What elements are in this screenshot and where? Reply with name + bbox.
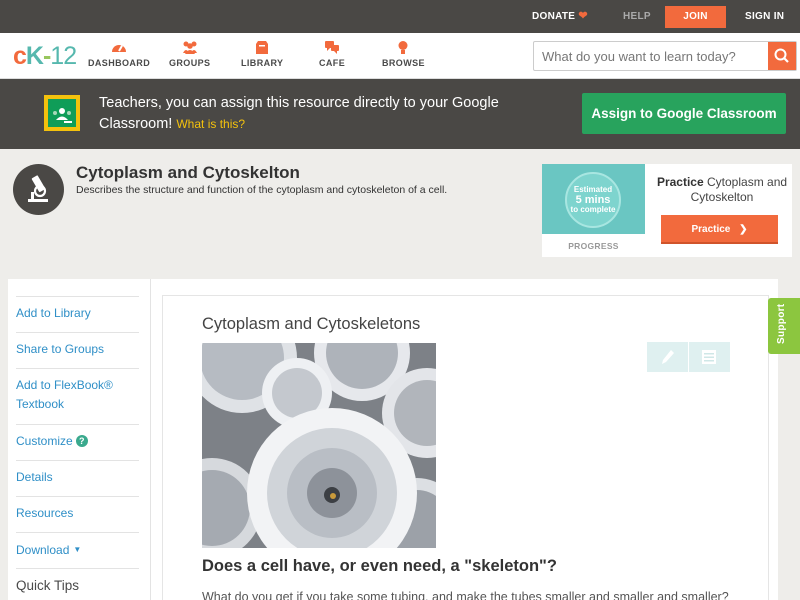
- nav-library[interactable]: LIBRARY: [241, 40, 283, 68]
- nav-groups-label: GROUPS: [169, 58, 211, 68]
- content-question: Does a cell have, or even need, a "skele…: [202, 557, 557, 575]
- sidebar-add-to-library[interactable]: Add to Library: [16, 296, 139, 332]
- join-button[interactable]: JOIN: [665, 6, 726, 28]
- practice-card: Estimated 5 mins to complete PROGRESS Pr…: [542, 164, 792, 257]
- nav-groups[interactable]: GROUPS: [169, 40, 210, 68]
- nav-cafe-label: CAFE: [319, 58, 346, 68]
- logo-c: c: [13, 42, 27, 70]
- banner-message: Teachers, you can assign this resource d…: [99, 95, 499, 132]
- dashboard-icon: [111, 40, 127, 55]
- groups-icon: [182, 40, 198, 55]
- donate-label: DONATE: [532, 11, 576, 22]
- cytoskeleton-image: [202, 343, 436, 548]
- sidebar-details[interactable]: Details: [16, 460, 139, 496]
- browse-icon: [395, 40, 411, 55]
- quick-tips-heading[interactable]: Quick Tips: [16, 568, 139, 600]
- microscope-icon: [13, 164, 64, 215]
- logo-num: 12: [50, 42, 77, 70]
- top-bar: DONATE ❤ HELP JOIN SIGN IN: [0, 0, 800, 33]
- nav-browse-label: BROWSE: [382, 58, 425, 68]
- estimate-badge: Estimated 5 mins to complete: [565, 172, 621, 228]
- chevron-right-icon: ❯: [739, 224, 748, 235]
- sidebar-resources[interactable]: Resources: [16, 496, 139, 532]
- nav-dashboard-label: DASHBOARD: [88, 58, 151, 68]
- content-paragraph: What do you get if you take some tubing,…: [202, 590, 729, 600]
- progress-label: PROGRESS: [568, 241, 619, 251]
- nav-browse[interactable]: BROWSE: [382, 40, 425, 68]
- pencil-icon[interactable]: [661, 349, 675, 370]
- google-classroom-icon: [44, 95, 80, 131]
- sidebar-download[interactable]: Download ▼: [16, 532, 139, 568]
- customize-label: Customize: [16, 434, 73, 448]
- practice-title-rest: Cytoplasm and Cytoskelton: [690, 175, 788, 204]
- page-description: Describes the structure and function of …: [76, 184, 448, 196]
- sidebar-share-to-groups[interactable]: Share to Groups: [16, 332, 139, 368]
- search-icon: [774, 48, 789, 63]
- page-title: Cytoplasm and Cytoskelton: [76, 163, 300, 182]
- sidebar: Add to Library Share to Groups Add to Fl…: [8, 279, 151, 600]
- tools-divider: [688, 342, 689, 372]
- sidebar-add-to-flexbook[interactable]: Add to FlexBook® Textbook: [16, 368, 139, 424]
- library-icon: [254, 40, 270, 55]
- practice-button-label: Practice: [691, 224, 731, 235]
- banner-text: Teachers, you can assign this resource d…: [99, 93, 539, 135]
- download-label: Download: [16, 543, 70, 557]
- assign-google-classroom-button[interactable]: Assign to Google Classroom: [582, 93, 786, 134]
- logo-k: K: [25, 42, 44, 70]
- search-box: [533, 41, 797, 71]
- support-tab[interactable]: Support: [768, 298, 800, 354]
- heart-icon: ❤: [578, 10, 588, 22]
- sign-in-link[interactable]: SIGN IN: [745, 0, 784, 33]
- caret-down-icon: ▼: [73, 545, 82, 554]
- help-link[interactable]: HELP: [623, 0, 651, 33]
- what-is-this-link[interactable]: What is this?: [176, 117, 245, 131]
- content-title: Cytoplasm and Cytoskeletons: [202, 315, 421, 333]
- search-button[interactable]: [768, 42, 796, 70]
- practice-title-bold: Practice: [656, 175, 704, 189]
- nav-dashboard[interactable]: DASHBOARD: [88, 40, 150, 68]
- nav-cafe[interactable]: CAFE: [319, 40, 345, 68]
- nav-library-label: LIBRARY: [241, 58, 284, 68]
- estimate-suffix: to complete: [570, 205, 616, 214]
- ck12-logo[interactable]: cK-12: [13, 42, 77, 71]
- estimate-time: 5 mins: [575, 194, 611, 206]
- sidebar-customize[interactable]: Customize?: [16, 424, 139, 460]
- notes-icon[interactable]: [702, 350, 716, 369]
- support-label: Support: [776, 303, 787, 344]
- content-tools: [647, 342, 730, 372]
- donate-link[interactable]: DONATE ❤: [532, 0, 588, 33]
- search-input[interactable]: [542, 42, 762, 70]
- cafe-icon: [324, 40, 340, 55]
- progress-tile: Estimated 5 mins to complete: [542, 164, 645, 234]
- practice-title: Practice Cytoplasm and Cytoskelton: [652, 175, 792, 205]
- practice-button[interactable]: Practice ❯: [661, 215, 778, 244]
- help-icon[interactable]: ?: [75, 435, 88, 447]
